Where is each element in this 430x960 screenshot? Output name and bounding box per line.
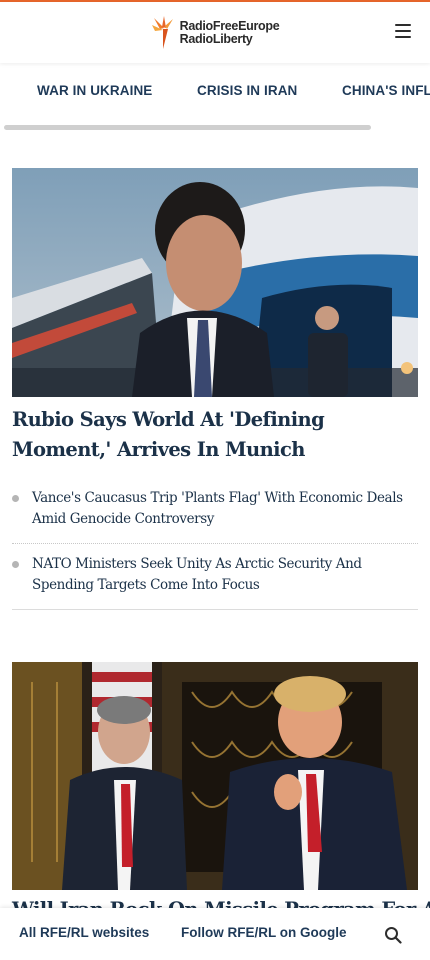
search-icon[interactable] [384, 926, 402, 944]
follow-on-google-link[interactable]: Follow RFE/RL on Google [181, 925, 347, 940]
rfe-torch-icon [151, 15, 173, 49]
all-websites-link[interactable]: All RFE/RL websites [19, 925, 149, 940]
hamburger-menu-icon[interactable] [395, 24, 411, 38]
page: RadioFreeEurope RadioLiberty WAR IN UKRA… [0, 0, 430, 960]
bottom-bar: All RFE/RL websites Follow RFE/RL on Goo… [0, 908, 430, 960]
bullet-icon [12, 495, 19, 502]
nav-scrollbar[interactable] [4, 125, 371, 130]
related-link-title: NATO Ministers Seek Unity As Arctic Secu… [32, 556, 362, 593]
article-divider [12, 609, 418, 610]
bullet-icon [12, 561, 19, 568]
site-logo[interactable]: RadioFreeEurope RadioLiberty [151, 15, 280, 51]
nav-item-chinas-influence[interactable]: CHINA'S INFLU [342, 83, 430, 98]
site-header: RadioFreeEurope RadioLiberty [0, 2, 430, 63]
article-headline[interactable]: Rubio Says World At 'Defining Moment,' A… [12, 405, 418, 465]
nav-item-war-in-ukraine[interactable]: WAR IN UKRAINE [37, 83, 152, 98]
nav-item-crisis-in-iran[interactable]: CRISIS IN IRAN [197, 83, 297, 98]
brand-name-line1: RadioFreeEurope [179, 18, 280, 33]
topic-nav: WAR IN UKRAINE CRISIS IN IRAN CHINA'S IN… [0, 63, 430, 119]
related-link[interactable]: NATO Ministers Seek Unity As Arctic Secu… [12, 554, 418, 596]
related-link[interactable]: Vance's Caucasus Trip 'Plants Flag' With… [12, 488, 418, 530]
article-photo-netanyahu-trump[interactable] [12, 662, 418, 890]
article-photo-rubio[interactable] [12, 168, 418, 397]
brand-name-line2: RadioLiberty [179, 31, 253, 46]
related-divider [12, 543, 418, 544]
related-link-title: Vance's Caucasus Trip 'Plants Flag' With… [32, 490, 403, 527]
